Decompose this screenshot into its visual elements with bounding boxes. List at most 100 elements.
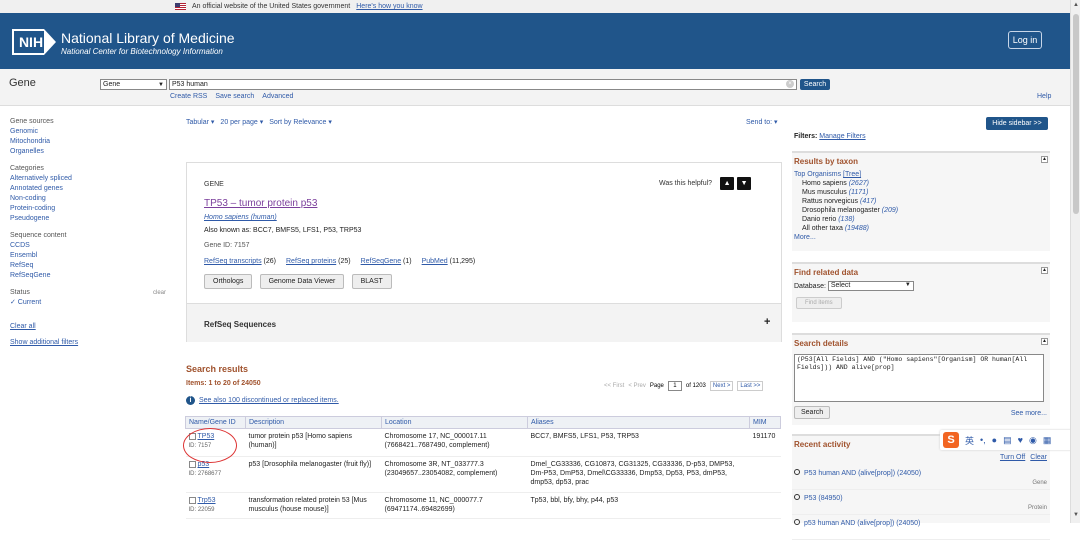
related-database-select[interactable]: Select ▼ <box>827 281 914 291</box>
filter-mitochondria[interactable]: Mitochondria <box>10 138 50 145</box>
grid-icon[interactable]: ▦ <box>1043 435 1052 446</box>
first-page-link[interactable]: << First <box>604 383 624 389</box>
taxon-item[interactable]: Mus musculus (1171) <box>794 188 1048 197</box>
taxon-item[interactable]: Rattus norvegicus (417) <box>794 197 1048 206</box>
pubmed-link[interactable]: PubMed <box>422 258 448 265</box>
refseq-proteins-link[interactable]: RefSeq proteins <box>286 258 336 265</box>
col-aliases[interactable]: Aliases <box>527 416 750 429</box>
help-link[interactable]: Help <box>1037 93 1051 100</box>
gene-title-link[interactable]: TP53 – tumor protein p53 <box>204 198 317 209</box>
next-page-button[interactable]: Next > <box>709 381 734 391</box>
thumbs-up-icon[interactable]: ▲ <box>720 177 735 190</box>
collapse-icon[interactable]: ▲ <box>1041 156 1048 163</box>
organism-link[interactable]: Homo sapiens (human) <box>204 214 277 221</box>
scroll-up-icon[interactable]: ▲ <box>1073 2 1079 8</box>
gene-sensor-card: GENE Was this helpful? ▲ ▼ TP53 – tumor … <box>186 162 782 342</box>
format-dropdown[interactable]: Tabular ▾ <box>186 118 214 126</box>
filter-genomic[interactable]: Genomic <box>10 128 38 135</box>
col-description[interactable]: Description <box>245 416 382 429</box>
filter-current[interactable]: ✓ Current <box>10 299 41 306</box>
recent-item[interactable]: P53 (84950) Protein <box>792 490 1050 515</box>
clear-recent-link[interactable]: Clear <box>1030 454 1047 461</box>
expand-plus-icon[interactable]: + <box>764 316 770 328</box>
refseq-transcripts-link[interactable]: RefSeq transcripts <box>204 258 262 265</box>
filter-refseq[interactable]: RefSeq <box>10 262 33 269</box>
filter-ensembl[interactable]: Ensembl <box>10 252 37 259</box>
recent-item[interactable]: P53 human AND (alive[prop]) (24050) Gene <box>792 465 1050 490</box>
taxon-item[interactable]: All other taxa (19488) <box>794 224 1048 233</box>
genome-data-viewer-button[interactable]: Genome Data Viewer <box>259 274 345 289</box>
orthologs-button[interactable]: Orthologs <box>204 274 253 289</box>
create-rss-link[interactable]: Create RSS <box>170 93 207 100</box>
see-more-link[interactable]: See more... <box>1011 410 1047 417</box>
gene-name-link[interactable]: Trp53 <box>198 497 216 504</box>
chat-icon[interactable]: ◉ <box>1029 435 1037 446</box>
sort-dropdown[interactable]: Sort by Relevance ▾ <box>269 118 332 126</box>
col-name[interactable]: Name/Gene ID <box>185 416 246 429</box>
filter-alternatively-spliced[interactable]: Alternatively spliced <box>10 175 72 182</box>
search-details-textarea[interactable]: (P53[All Fields] AND ("Homo sapiens"[Org… <box>794 354 1044 402</box>
keyboard-icon[interactable]: ▤ <box>1003 435 1012 446</box>
refseqgene-link[interactable]: RefSeqGene <box>361 258 401 265</box>
filter-annotated-genes[interactable]: Annotated genes <box>10 185 63 192</box>
clear-search-icon[interactable]: × <box>786 80 794 88</box>
last-page-button[interactable]: Last >> <box>737 381 764 391</box>
clear-all-link[interactable]: Clear all <box>10 323 36 330</box>
advanced-link[interactable]: Advanced <box>262 93 293 100</box>
row-checkbox[interactable] <box>188 496 196 504</box>
ime-logo-icon[interactable]: S <box>943 432 959 448</box>
filter-protein-coding[interactable]: Protein-coding <box>10 205 55 212</box>
database-select[interactable]: Gene ▼ <box>100 79 167 90</box>
ime-toolbar[interactable]: S 英 •, ● ▤ ♥ ◉ ▦ <box>940 430 1080 450</box>
collapse-icon[interactable]: ▲ <box>1041 338 1048 345</box>
nih-logo[interactable]: NIH <box>12 29 56 55</box>
manage-filters-link[interactable]: Manage Filters <box>819 133 865 140</box>
filter-ccds[interactable]: CCDS <box>10 242 30 249</box>
microphone-icon[interactable]: ● <box>992 435 997 445</box>
filter-refseqgene[interactable]: RefSeqGene <box>10 272 50 279</box>
gov-banner-link[interactable]: Here's how you know <box>356 3 422 10</box>
search-input[interactable]: P53 human <box>169 79 797 90</box>
turn-off-link[interactable]: Turn Off <box>1000 454 1025 461</box>
search-sublinks: Create RSS Save search Advanced <box>170 93 293 100</box>
col-mim[interactable]: MIM <box>749 416 781 429</box>
ime-punctuation-icon[interactable]: •, <box>980 435 986 445</box>
vertical-scrollbar[interactable]: ▲ ▼ <box>1070 0 1080 523</box>
scroll-down-icon[interactable]: ▼ <box>1073 512 1079 518</box>
filter-non-coding[interactable]: Non-coding <box>10 195 46 202</box>
prev-page-link[interactable]: < Prev <box>628 383 646 389</box>
send-to-dropdown[interactable]: Send to: ▾ <box>746 118 778 126</box>
per-page-dropdown[interactable]: 20 per page ▾ <box>220 118 263 126</box>
refseq-sequences-title: RefSeq Sequences <box>204 320 277 329</box>
login-button[interactable]: Log in <box>1008 31 1042 49</box>
scrollbar-thumb[interactable] <box>1073 14 1079 214</box>
hide-sidebar-button[interactable]: Hide sidebar >> <box>986 117 1048 130</box>
filter-pseudogene[interactable]: Pseudogene <box>10 215 49 222</box>
site-title[interactable]: National Library of Medicine <box>61 30 235 46</box>
show-additional-filters-link[interactable]: Show additional filters <box>10 339 78 346</box>
search-button[interactable]: Search <box>800 79 830 90</box>
blast-button[interactable]: BLAST <box>351 274 392 289</box>
gene-mim <box>749 456 781 493</box>
tree-link[interactable]: [Tree] <box>843 171 861 178</box>
details-search-button[interactable]: Search <box>794 406 831 419</box>
row-checkbox[interactable] <box>188 460 196 468</box>
see-also-link[interactable]: See also 100 discontinued or replaced it… <box>199 397 339 404</box>
status-clear-link[interactable]: clear <box>153 288 166 298</box>
more-taxa-link[interactable]: More... <box>794 234 816 241</box>
collapse-icon[interactable]: ▲ <box>1041 267 1048 274</box>
page-input[interactable]: 1 <box>667 381 682 391</box>
recent-item[interactable]: p53 human AND (alive[prop]) (24050) <box>792 515 1050 540</box>
skin-icon[interactable]: ♥ <box>1018 435 1023 445</box>
ime-language-toggle[interactable]: 英 <box>965 434 974 447</box>
find-items-button[interactable]: Find items <box>796 297 842 309</box>
thumbs-down-icon[interactable]: ▼ <box>737 177 752 190</box>
col-location[interactable]: Location <box>381 416 528 429</box>
taxon-item[interactable]: Danio rerio (138) <box>794 215 1048 224</box>
refseq-sequences-section[interactable]: RefSeq Sequences + <box>187 303 781 342</box>
database-label: Database: <box>794 282 826 290</box>
taxon-item[interactable]: Drosophila melanogaster (209) <box>794 206 1048 215</box>
taxon-item[interactable]: Homo sapiens (2627) <box>794 179 1048 188</box>
filter-organelles[interactable]: Organelles <box>10 148 44 155</box>
save-search-link[interactable]: Save search <box>215 93 254 100</box>
